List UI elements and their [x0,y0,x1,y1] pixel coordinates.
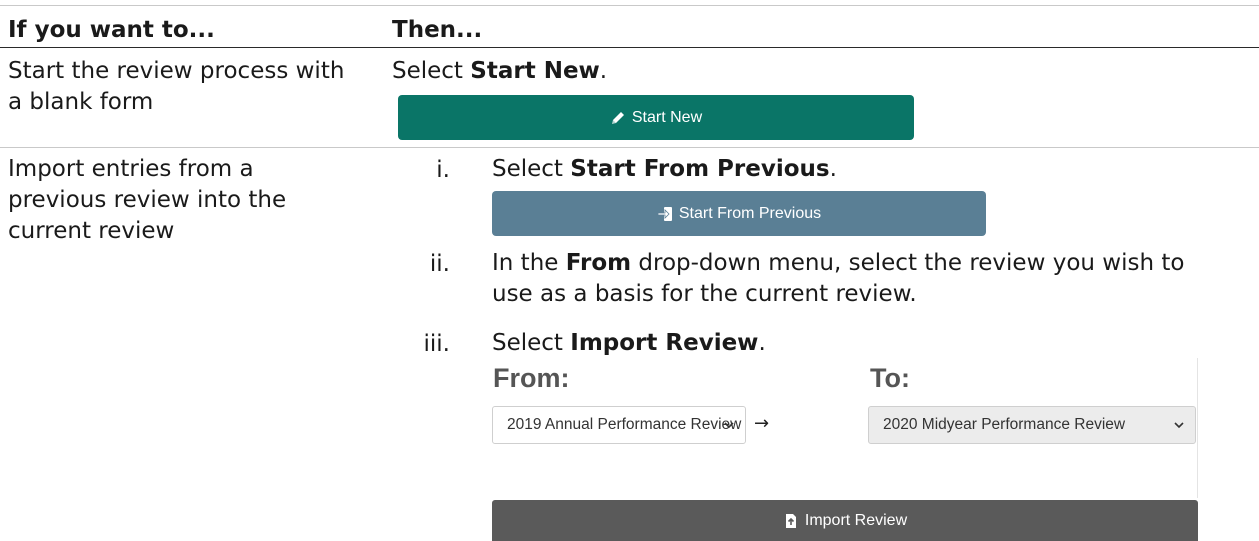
step-text: In the From drop-down menu, select the r… [492,250,1185,307]
header-action: Then... [392,17,483,43]
row2-condition: Import entries from a previous review in… [8,156,287,244]
start-from-previous-button[interactable]: Start From Previous [492,191,986,236]
header-condition: If you want to... [8,17,215,43]
to-select[interactable]: 2020 Midyear Performance Review [868,406,1196,444]
from-select-value: 2019 Annual Performance Review [507,416,742,433]
pencil-icon [611,111,624,124]
table-top-rule [0,5,1259,6]
row1-condition: Start the review process with a blank fo… [8,58,345,115]
step-text: Select Import Review. [492,330,766,356]
chevron-down-icon [724,422,734,429]
chevron-down-icon [1174,422,1184,429]
import-review-button[interactable]: Import Review [492,500,1198,541]
row1-instruction: Select Start New. [392,58,608,84]
step-text: Select Start From Previous. [492,156,837,182]
header-rule [0,47,1259,48]
to-select-value: 2020 Midyear Performance Review [883,416,1126,433]
step-number: ii. [429,251,450,277]
start-new-label: Start New [631,108,703,126]
row-divider [0,147,1259,148]
step-number: i. [436,157,450,183]
arrow-right-icon: → [754,413,770,434]
step-number: iii. [423,331,450,357]
from-label: From: [493,363,570,393]
start-from-previous-label: Start From Previous [678,204,822,222]
import-review-label: Import Review [804,511,908,529]
sign-in-icon [657,206,672,221]
file-import-icon [785,513,796,528]
to-label: To: [870,363,910,393]
from-select[interactable]: 2019 Annual Performance Review [492,406,746,444]
start-new-button[interactable]: Start New [398,95,914,140]
panel-edge [1197,358,1198,498]
